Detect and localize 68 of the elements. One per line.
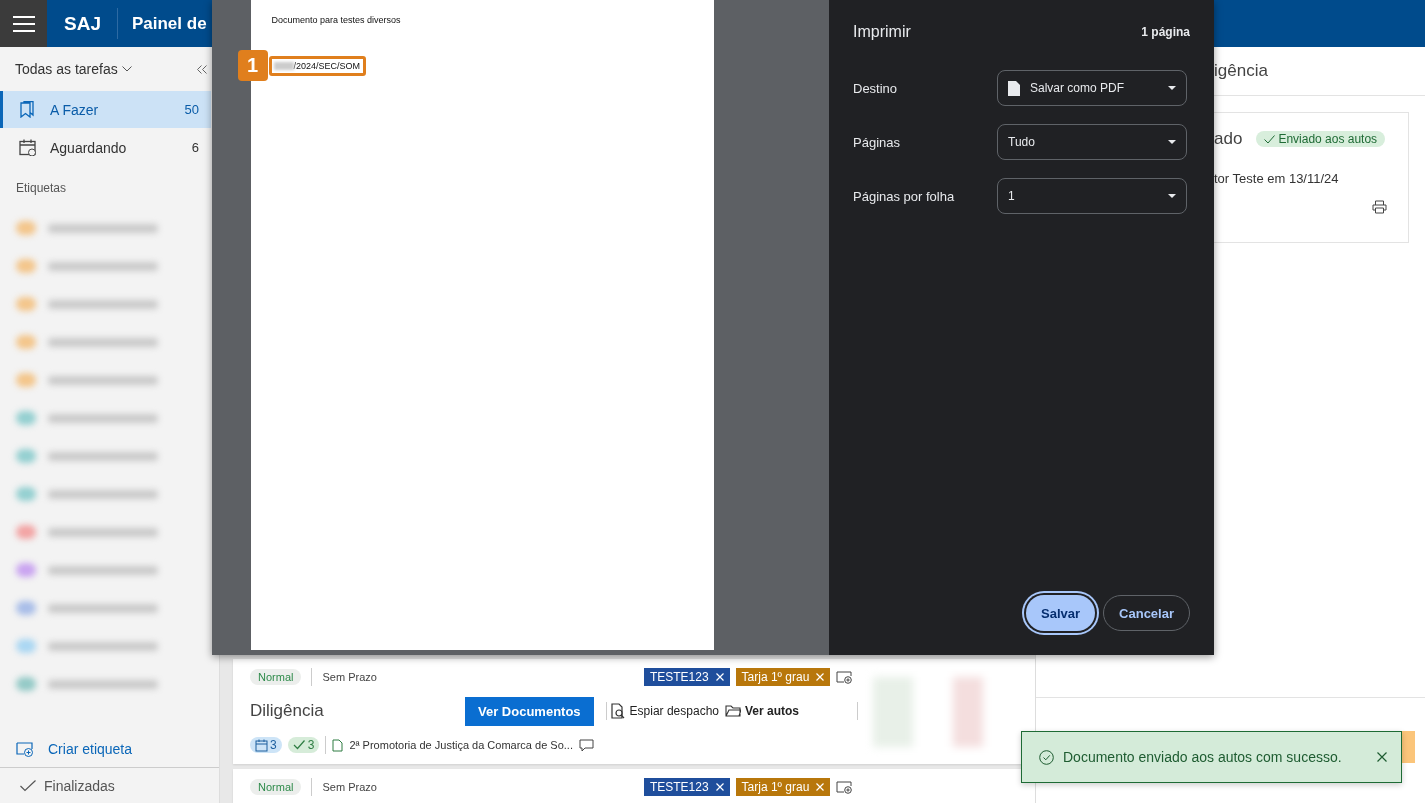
highlight-frame: /2024/SEC/SOM	[268, 56, 367, 76]
menu-button[interactable]	[0, 0, 47, 47]
calendar-icon	[19, 139, 36, 156]
dropdown-arrow-icon	[1168, 140, 1176, 144]
page-title: Painel de	[130, 12, 207, 35]
setting-label: Destino	[853, 80, 899, 96]
folder-button[interactable]: Ver autos	[722, 703, 802, 719]
folder-icon	[725, 703, 741, 719]
author-text: tor Teste em 13/11/24	[1214, 171, 1340, 186]
success-icon	[1039, 749, 1054, 765]
priority-badge: Normal	[250, 779, 302, 795]
app-logo: SAJ	[47, 8, 118, 39]
menu-icon	[12, 15, 35, 32]
sidebar-item[interactable]: Aguardando 6	[0, 129, 211, 166]
print-button[interactable]	[1372, 200, 1387, 217]
callout-badge: 1	[237, 50, 268, 81]
peek-button[interactable]: Espiar despacho	[606, 703, 722, 719]
dialog-title: Imprimir	[853, 23, 911, 41]
document-icon	[332, 738, 344, 752]
close-icon[interactable]	[816, 673, 825, 681]
peek-icon	[609, 703, 626, 719]
comment-icon[interactable]	[578, 738, 594, 752]
deadline-text: Sem Prazo	[322, 671, 377, 683]
task-title: Diligência	[250, 701, 325, 721]
toast-message: Documento enviado aos autos com sucesso.	[1063, 749, 1343, 765]
dropdown-arrow-icon	[1168, 194, 1176, 198]
deadline-text: Sem Prazo	[322, 781, 377, 793]
printer-icon	[1372, 200, 1387, 214]
dropdown-arrow-icon	[1168, 86, 1176, 90]
tag-chip: TESTE123	[643, 778, 730, 796]
select-field[interactable]: Tudo	[997, 124, 1187, 160]
select-field[interactable]: Salvar como PDF	[997, 70, 1187, 106]
check-icon	[292, 738, 306, 752]
document-heading: ado	[1214, 129, 1243, 149]
close-icon[interactable]	[715, 673, 724, 681]
calendar-counter: 3	[250, 737, 282, 753]
setting-label: Páginas	[853, 134, 901, 150]
check-icon	[1264, 134, 1276, 144]
sidebar-item[interactable]: A Fazer 50	[0, 91, 211, 128]
create-label-link[interactable]: Criar etiqueta	[0, 731, 219, 768]
page-count: 1 página	[1141, 25, 1190, 39]
check-icon	[20, 780, 36, 792]
filter-dropdown[interactable]: Todas as tarefas	[15, 61, 132, 77]
add-label-icon[interactable]	[836, 780, 854, 794]
finished-item[interactable]: Finalizadas	[0, 768, 219, 803]
calendar-icon	[255, 738, 268, 752]
tag-chip: TESTE123	[643, 668, 730, 686]
tag-chip: Tarja 1º grau	[735, 668, 831, 686]
view-documents-button[interactable]: Ver Documentos	[465, 696, 594, 726]
select-field[interactable]: 1	[997, 178, 1187, 214]
collapse-icon[interactable]	[197, 64, 207, 74]
chevron-down-icon	[121, 66, 132, 72]
close-icon[interactable]	[715, 783, 724, 791]
priority-badge: Normal	[250, 669, 302, 685]
setting-label: Páginas por folha	[853, 188, 956, 204]
close-icon[interactable]	[816, 783, 825, 791]
file-icon	[1008, 80, 1020, 96]
label-add-icon	[16, 741, 34, 757]
check-counter: 3	[287, 737, 320, 753]
close-button[interactable]	[1377, 752, 1387, 762]
add-label-icon[interactable]	[836, 670, 854, 684]
document-text: Documento para testes diversos	[271, 15, 401, 25]
close-icon	[1377, 752, 1387, 762]
origin-text: 2ª Promotoria de Justiça da Comarca de So...	[349, 739, 573, 751]
tag-chip: Tarja 1º grau	[735, 778, 831, 796]
status-badge: Enviado aos autos	[1256, 131, 1386, 147]
bookmark-icon	[19, 101, 36, 118]
section-label: Etiquetas	[15, 180, 68, 197]
